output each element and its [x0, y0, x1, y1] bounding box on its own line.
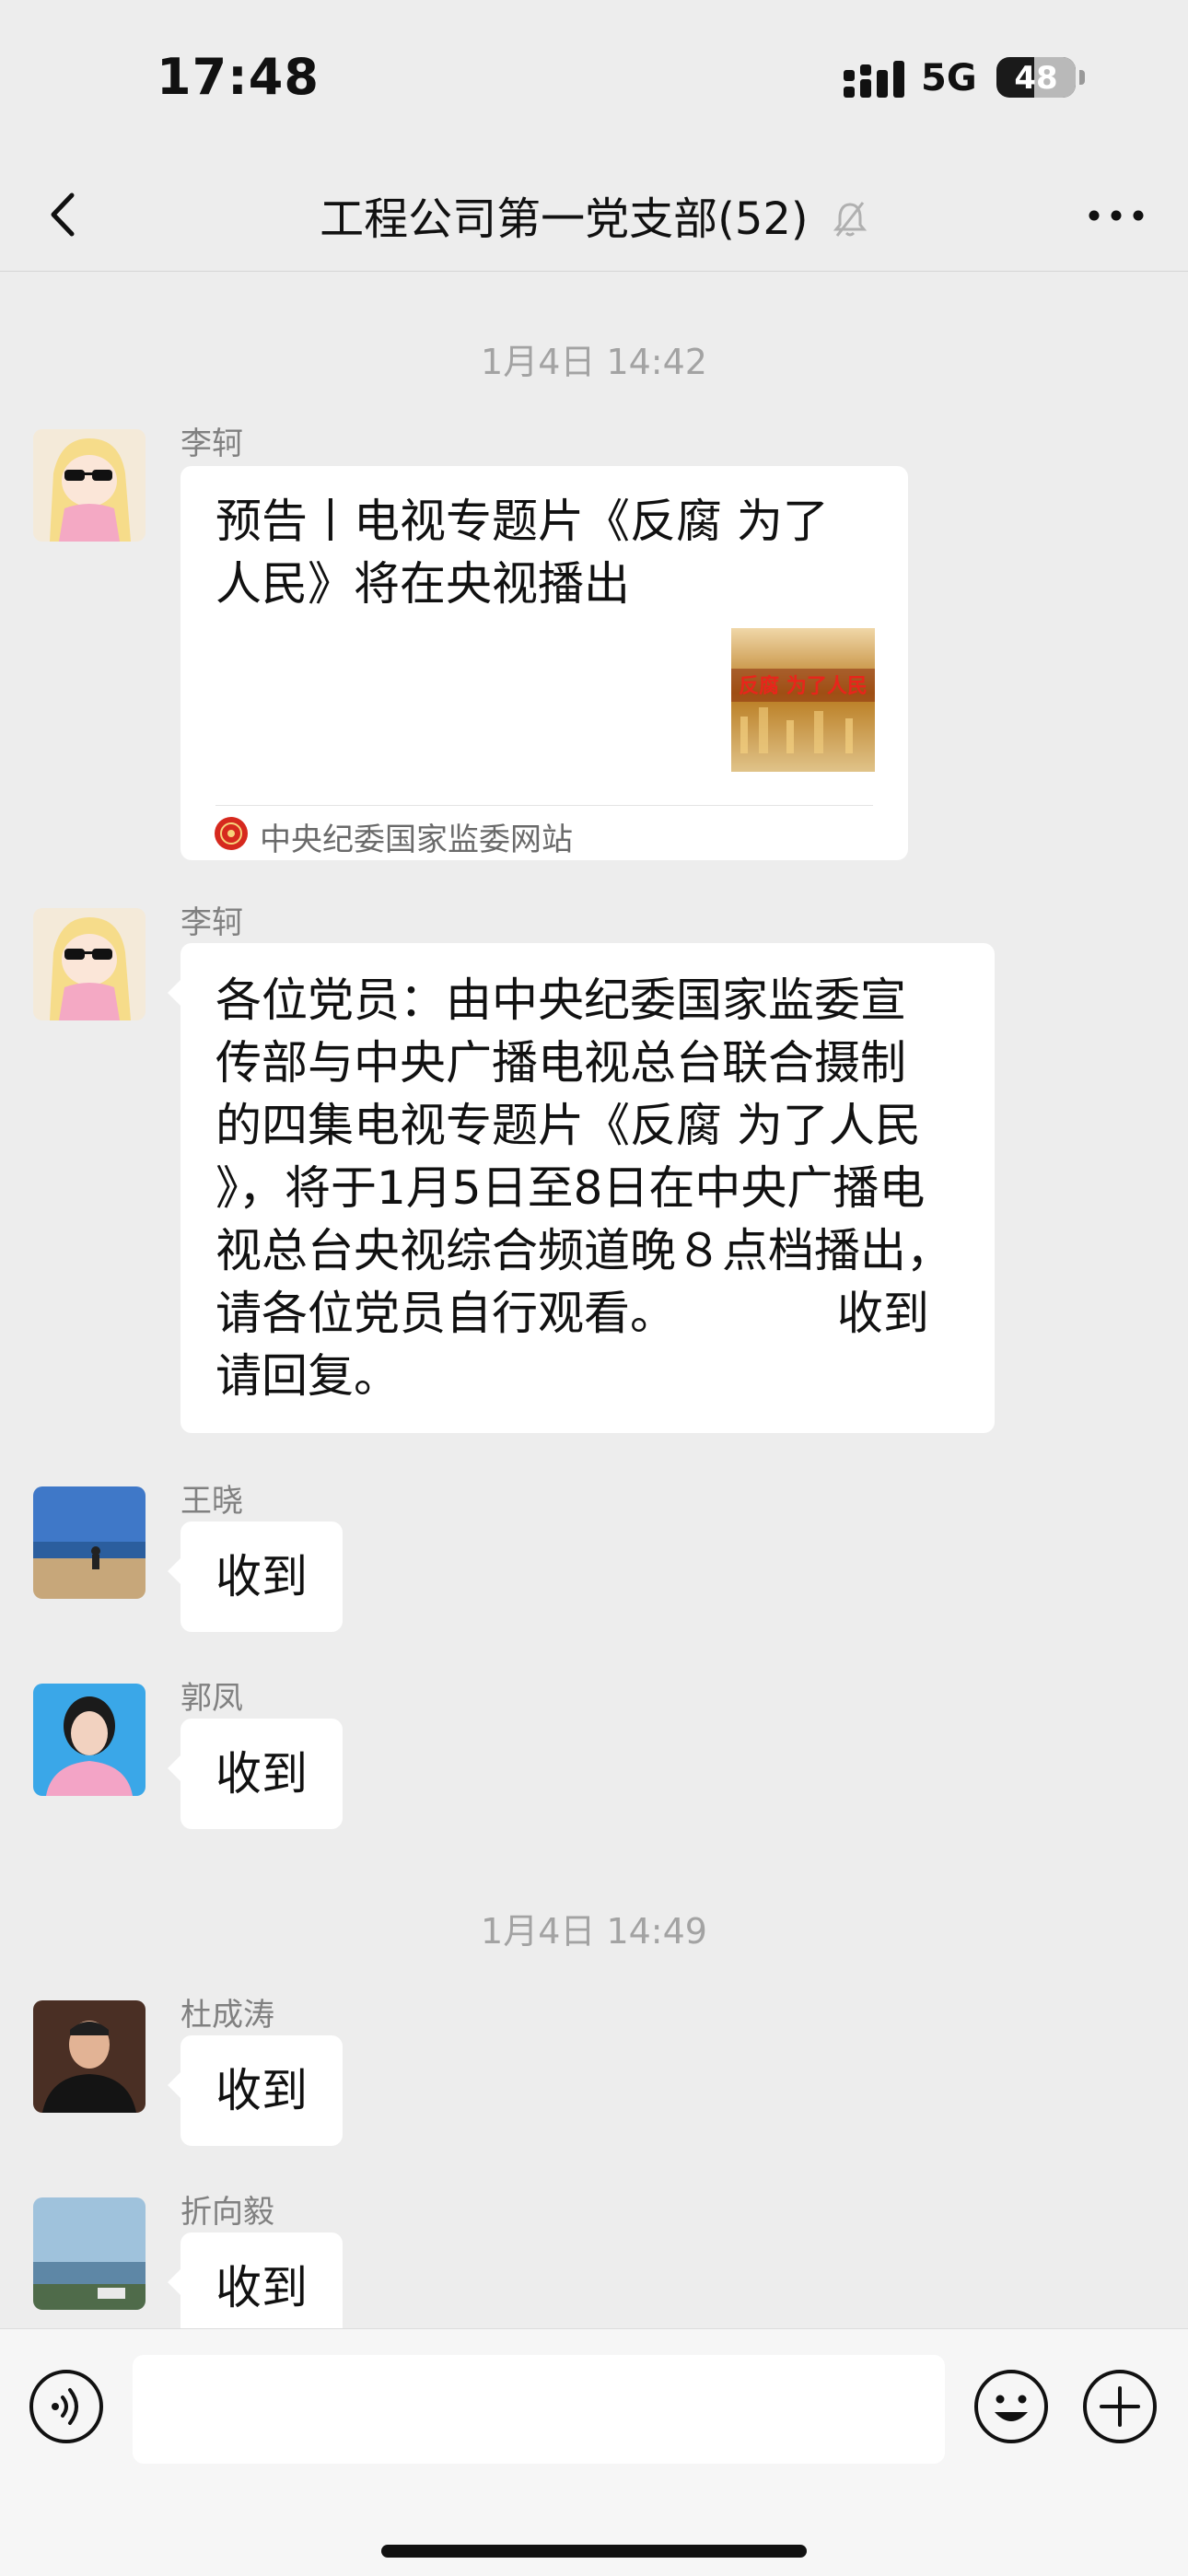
status-bar: 17:48 5G 48 — [0, 0, 1188, 157]
message-line: 视总台央视综合频道晚８点档播出， — [215, 1224, 952, 1277]
voice-icon[interactable] — [28, 2368, 105, 2445]
avatar-man-photo — [33, 2000, 146, 2113]
ccdi-logo-icon — [215, 817, 248, 850]
message-bubble[interactable]: 收到 — [168, 2035, 343, 2146]
message-line: 的四集电视专题片《反腐 为了人民 — [215, 1099, 921, 1152]
avatar[interactable] — [33, 2000, 146, 2113]
network-type: 5G — [921, 57, 977, 99]
thumbnail-text: 反腐 为了人民 — [739, 674, 868, 698]
avatar-portrait-photo — [33, 1684, 146, 1796]
plus-icon[interactable] — [1081, 2368, 1159, 2445]
message-line: 传部与中央广播电视总台联合摄制 — [215, 1036, 906, 1090]
avatar-seaside-photo — [33, 2197, 146, 2310]
avatar-cartoon-girl — [33, 908, 146, 1020]
link-card-thumbnail: 反腐 为了人民 — [731, 628, 875, 772]
link-card[interactable]: 预告丨电视专题片《反腐 为了 人民》将在央视播出 反腐 为了人民 中央纪委国家监… — [181, 466, 908, 860]
sender-name: 李轲 — [181, 425, 243, 462]
link-card-title-line: 预告丨电视专题片《反腐 为了 — [215, 495, 829, 548]
sender-name: 郭凤 — [181, 1680, 243, 1717]
thumbnail-image: 反腐 为了人民 — [731, 628, 875, 772]
message-bubble[interactable]: 收到 — [168, 1719, 343, 1829]
message-bubble[interactable]: 收到 — [168, 2232, 343, 2343]
avatar[interactable] — [33, 429, 146, 542]
more-dots-icon[interactable] — [1081, 188, 1151, 243]
message-line: 请各位党员自行观看。 收到 — [215, 1287, 929, 1340]
chat-header: 工程公司第一党支部(52) — [0, 157, 1188, 272]
link-card-title-line: 人民》将在央视播出 — [215, 557, 630, 611]
avatar-beach-photo — [33, 1486, 146, 1599]
sender-name: 王晓 — [181, 1483, 243, 1520]
timestamp: 1月4日 14:42 — [481, 342, 707, 382]
timestamp: 1月4日 14:49 — [481, 1911, 707, 1952]
battery-tip — [1079, 70, 1085, 85]
bell-off-icon — [833, 202, 868, 237]
link-card-source: 中央纪委国家监委网站 — [260, 822, 573, 858]
emoji-icon[interactable] — [973, 2368, 1050, 2445]
cellular-signal-icon — [844, 61, 904, 98]
message-input[interactable] — [133, 2355, 945, 2464]
sender-name: 折向毅 — [181, 2194, 274, 2231]
avatar[interactable] — [33, 908, 146, 1020]
avatar[interactable] — [33, 2197, 146, 2310]
message-bubble[interactable]: 各位党员：由中央纪委国家监委宣 传部与中央广播电视总台联合摄制 的四集电视专题片… — [168, 943, 995, 1433]
avatar[interactable] — [33, 1684, 146, 1796]
sender-name: 杜成涛 — [181, 1997, 274, 2034]
link-card-divider — [215, 805, 873, 806]
home-indicator — [381, 2545, 807, 2558]
avatar[interactable] — [33, 1486, 146, 1599]
message-line: 》，将于1月5日至8日在中央广播电 — [215, 1161, 926, 1215]
message-line: 请回复。 — [215, 1349, 400, 1403]
avatar-cartoon-girl — [33, 429, 146, 542]
status-time: 17:48 — [157, 48, 320, 106]
message-line: 各位党员：由中央纪委国家监委宣 — [215, 973, 906, 1027]
chat-title: 工程公司第一党支部(52) — [320, 193, 809, 245]
sender-name: 李轲 — [181, 904, 243, 941]
message-bubble[interactable]: 收到 — [168, 1521, 343, 1632]
battery-percent: 48 — [1014, 60, 1058, 97]
chat-title-wrap[interactable]: 工程公司第一党支部(52) — [0, 182, 1188, 247]
battery-icon: 48 — [996, 57, 1076, 98]
input-bar — [0, 2328, 1188, 2576]
link-card-title: 预告丨电视专题片《反腐 为了 人民》将在央视播出 — [215, 490, 879, 615]
